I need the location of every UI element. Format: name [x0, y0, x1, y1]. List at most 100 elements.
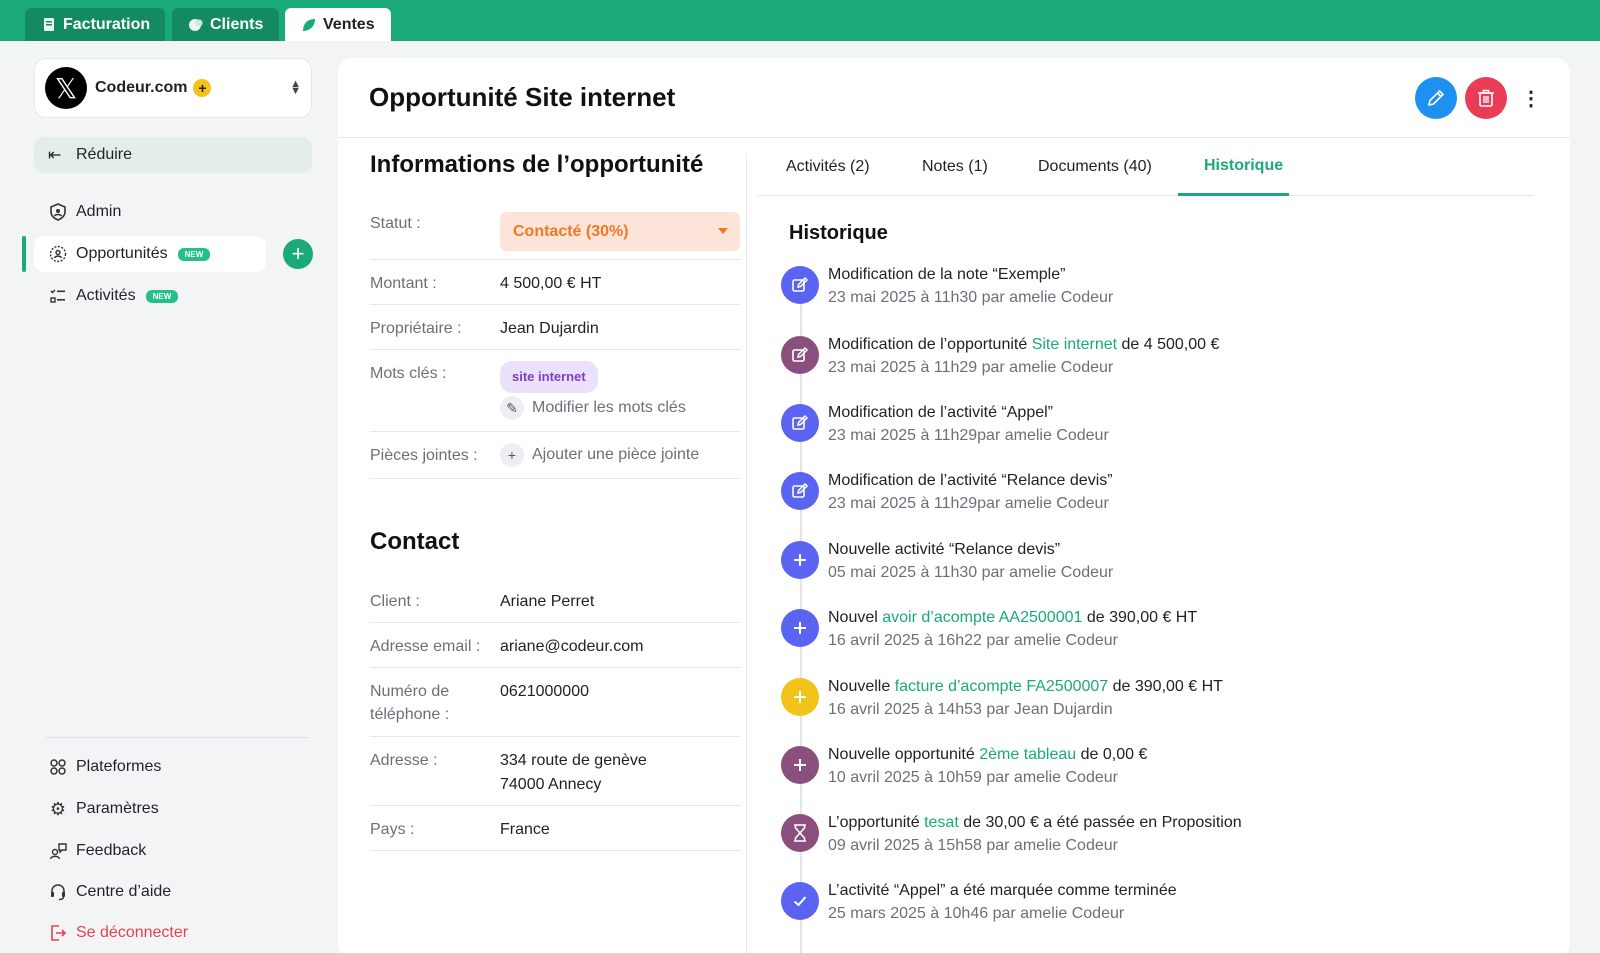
telephone-label-line2: téléphone :: [370, 706, 450, 723]
leaf-icon: [301, 17, 317, 33]
history-link[interactable]: avoir d’acompte AA2500001: [882, 609, 1082, 626]
sidebar-item-label: Admin: [76, 203, 122, 220]
history-text-post: de 4 500,00 €: [1117, 336, 1220, 353]
montant-row: Montant : 4 500,00 € HT: [370, 260, 740, 305]
delete-button[interactable]: [1465, 77, 1507, 119]
organization-switcher[interactable]: 𝕏 Codeur.com + ▲ ▼: [34, 58, 312, 118]
sidebar-item-label: Activités: [76, 287, 136, 304]
adresse-line2: 74000 Annecy: [500, 776, 602, 793]
column-divider: [746, 154, 747, 953]
chevron-updown-icon: ▲ ▼: [290, 78, 301, 97]
sidebar-item-centre-aide[interactable]: Centre d’aide: [34, 874, 171, 910]
caret-down-icon: [718, 228, 728, 234]
tab-ventes[interactable]: Ventes: [285, 8, 391, 41]
pieces-label: Pièces jointes :: [370, 447, 478, 464]
sidebar-item-logout[interactable]: Se déconnecter: [34, 915, 188, 951]
history-text: Nouvelle opportunité 2ème tableau de 0,0…: [828, 746, 1147, 764]
history-text-pre: Modification de l’activité “Appel”: [828, 404, 1053, 421]
sidebar-item-parametres[interactable]: ⚙ Paramètres: [34, 791, 159, 827]
tab-activites[interactable]: Activités (2): [786, 158, 870, 176]
history-link[interactable]: Site internet: [1032, 336, 1117, 353]
tab-notes[interactable]: Notes (1): [922, 158, 988, 176]
reduce-sidebar-button[interactable]: ⇤ Réduire: [34, 137, 312, 173]
tab-label: Facturation: [63, 15, 151, 33]
sidebar-item-label: Se déconnecter: [76, 924, 189, 941]
telephone-value: 0621000000: [500, 683, 589, 700]
sidebar-item-feedback[interactable]: Feedback: [34, 833, 146, 869]
telephone-label-line1: Numéro de: [370, 683, 450, 700]
check-icon: [781, 882, 819, 920]
sidebar-item-admin[interactable]: Admin: [34, 194, 121, 230]
sidebar-item-plateformes[interactable]: Plateformes: [34, 749, 161, 785]
history-link[interactable]: facture d’acompte FA2500007: [895, 678, 1108, 695]
proprietaire-label: Propriétaire :: [370, 320, 462, 337]
premium-badge: +: [193, 79, 212, 97]
trash-icon: [1478, 89, 1494, 107]
plus-icon: [781, 609, 819, 647]
history-item: L’activité “Appel” a été marquée comme t…: [781, 878, 1541, 928]
selected-indicator: [22, 236, 26, 272]
pencil-icon: [1427, 89, 1445, 107]
history-meta: 09 avril 2025 à 15h58 par amelie Codeur: [828, 837, 1118, 854]
history-item: Nouvelle facture d’acompte FA2500007 de …: [781, 674, 1541, 724]
history-link[interactable]: tesat: [924, 814, 959, 831]
edit-button[interactable]: [1415, 77, 1457, 119]
history-link[interactable]: 2ème tableau: [979, 746, 1076, 763]
edit-icon: [781, 336, 819, 374]
statut-row: Statut : Contacté (30%): [370, 212, 740, 260]
history-text-pre: L’opportunité: [828, 814, 925, 831]
clients-icon: [188, 17, 204, 33]
tab-label: Clients: [210, 15, 264, 33]
tab-label: Ventes: [323, 15, 375, 33]
tab-documents[interactable]: Documents (40): [1038, 158, 1152, 176]
mots-cles-row: Mots clés : site internet ✎ Modifier les …: [370, 350, 740, 432]
more-options-icon[interactable]: ⋮: [1521, 83, 1541, 113]
sidebar-item-activites[interactable]: Activités NEW: [34, 278, 179, 314]
email-label: Adresse email :: [370, 638, 481, 655]
plus-icon: +: [500, 443, 524, 467]
history-text: Modification de l’activité “Relance devi…: [828, 472, 1113, 490]
keyword-tag[interactable]: site internet: [500, 361, 598, 393]
active-tab-underline: [1178, 193, 1289, 196]
headset-icon: [48, 882, 68, 902]
history-text-post: de 0,00 €: [1076, 746, 1148, 763]
tab-clients[interactable]: Clients: [172, 8, 279, 41]
pieces-jointes-row: Pièces jointes : + Ajouter une pièce join…: [370, 432, 740, 479]
telephone-row: Numéro de téléphone : 0621000000: [370, 668, 740, 737]
history-meta: 25 mars 2025 à 10h46 par amelie Codeur: [828, 905, 1125, 922]
tab-facturation[interactable]: Facturation: [25, 8, 165, 41]
info-section-title: Informations de l’opportunité: [370, 151, 704, 178]
sidebar-item-label: Opportunités: [76, 245, 168, 262]
add-opportunity-button[interactable]: +: [283, 239, 313, 269]
sidebar-item-opportunites[interactable]: Opportunités NEW: [34, 236, 266, 272]
edit-keywords-button[interactable]: ✎ Modifier les mots clés: [500, 396, 686, 420]
history-text-post: de 390,00 € HT: [1082, 609, 1198, 626]
sidebar-item-label: Feedback: [76, 842, 147, 859]
pencil-icon: ✎: [500, 396, 524, 420]
feedback-icon: [48, 841, 68, 861]
proprietaire-row: Propriétaire : Jean Dujardin: [370, 305, 740, 350]
history-text-pre: Nouvel: [828, 609, 883, 626]
client-row: Client : Ariane Perret: [370, 578, 740, 623]
history-text: L’activité “Appel” a été marquée comme t…: [828, 882, 1177, 900]
history-text: Nouvelle activité “Relance devis”: [828, 541, 1060, 559]
edit-keywords-label: Modifier les mots clés: [532, 399, 686, 417]
org-name: Codeur.com: [95, 79, 188, 96]
add-attachment-button[interactable]: + Ajouter une pièce jointe: [500, 443, 699, 467]
montant-value: 4 500,00 € HT: [500, 275, 602, 292]
pays-row: Pays : France: [370, 806, 740, 851]
opportunities-icon: [48, 244, 68, 264]
history-meta: 23 mai 2025 à 11h29par amelie Codeur: [828, 495, 1109, 512]
history-item: Modification de la note “Exemple” 23 mai …: [781, 262, 1541, 312]
adresse-line1: 334 route de genève: [500, 752, 647, 769]
history-text: Nouvel avoir d’acompte AA2500001 de 390,…: [828, 609, 1197, 627]
history-text: L’opportunité tesat de 30,00 € a été pas…: [828, 814, 1242, 832]
statut-value: Contacté (30%): [513, 222, 629, 240]
proprietaire-value: Jean Dujardin: [500, 320, 599, 337]
statut-select[interactable]: Contacté (30%): [500, 212, 740, 251]
card-header: Opportunité Site internet: [338, 58, 1570, 138]
history-meta: 10 avril 2025 à 10h59 par amelie Codeur: [828, 769, 1118, 786]
tab-historique[interactable]: Historique: [1204, 157, 1283, 175]
pays-label: Pays :: [370, 821, 415, 838]
edit-icon: [781, 266, 819, 304]
